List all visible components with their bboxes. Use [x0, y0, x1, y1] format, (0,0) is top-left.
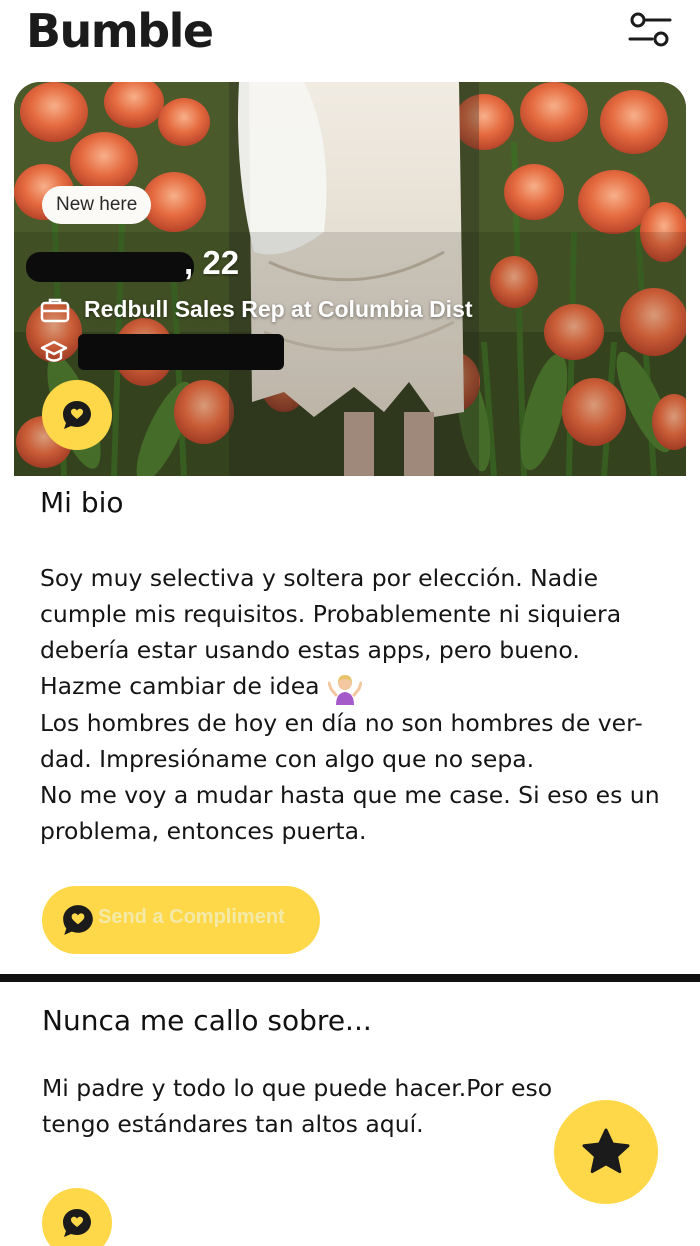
bio-line: problema, entonces puerta.	[40, 816, 367, 845]
send-compliment-button[interactable]: Send a Compliment	[42, 886, 320, 954]
bio-title: Mi bio	[40, 486, 124, 519]
briefcase-icon	[40, 298, 70, 322]
bio-line: dad. Impresióname con algo que no sepa.	[40, 744, 535, 773]
compliment-bubble-icon	[63, 1209, 91, 1237]
profile-photo-card[interactable]: New here , 22 Redbull Sales Rep at Colum…	[14, 82, 686, 476]
bio-text: Soy muy selectiva y soltera por elección…	[40, 560, 680, 849]
bio-line: No me voy a mudar hasta que me case. Si …	[40, 780, 660, 809]
graduation-cap-icon	[40, 340, 68, 362]
compliment-bubble-icon	[63, 401, 91, 429]
education-row	[40, 334, 284, 370]
bio-line: Soy muy selectiva y soltera por elección…	[40, 564, 599, 592]
superswipe-button[interactable]	[554, 1100, 658, 1204]
prompt-answer-line: tengo estándares tan altos aquí.	[42, 1110, 424, 1138]
education-redaction	[78, 334, 284, 370]
section-divider	[0, 974, 700, 982]
star-icon	[582, 1128, 630, 1174]
app-header: Bumble	[0, 0, 700, 70]
filter-button[interactable]	[626, 10, 674, 50]
send-compliment-label: Send a Compliment	[98, 906, 285, 928]
bio-line: Hazme cambiar de idea	[40, 672, 320, 700]
bumble-logo: Bumble	[26, 4, 214, 58]
prompt-compliment-button[interactable]	[42, 1188, 112, 1246]
name-redaction	[26, 252, 194, 282]
prompt-answer: Mi padre y todo lo que puede hacer.Por e…	[42, 1070, 552, 1142]
person-shrugging-emoji	[327, 674, 362, 705]
profile-age: , 22	[184, 244, 240, 281]
bio-line: debería estar usando estas apps, pero bu…	[40, 636, 580, 664]
bio-section: Mi bio Soy muy selectiva y soltera por e…	[14, 476, 686, 976]
bio-line-with-emoji: Hazme cambiar de idea	[40, 668, 680, 705]
new-here-badge: New here	[42, 186, 152, 224]
job-title: Redbull Sales Rep at Columbia Dist	[84, 296, 473, 322]
bio-line: cumple mis requisitos. Probablemente ni …	[40, 600, 622, 628]
compliment-bubble-icon	[63, 905, 93, 935]
bio-line: Los hombres de hoy en día no son hombres…	[40, 708, 643, 737]
prompt-title: Nunca me callo sobre...	[42, 1004, 372, 1037]
sliders-icon	[628, 12, 672, 47]
photo-compliment-button[interactable]	[42, 380, 112, 450]
job-row: Redbull Sales Rep at Columbia Dist	[40, 296, 473, 323]
prompt-answer-line: Mi padre y todo lo que puede hacer.Por e…	[42, 1074, 553, 1102]
